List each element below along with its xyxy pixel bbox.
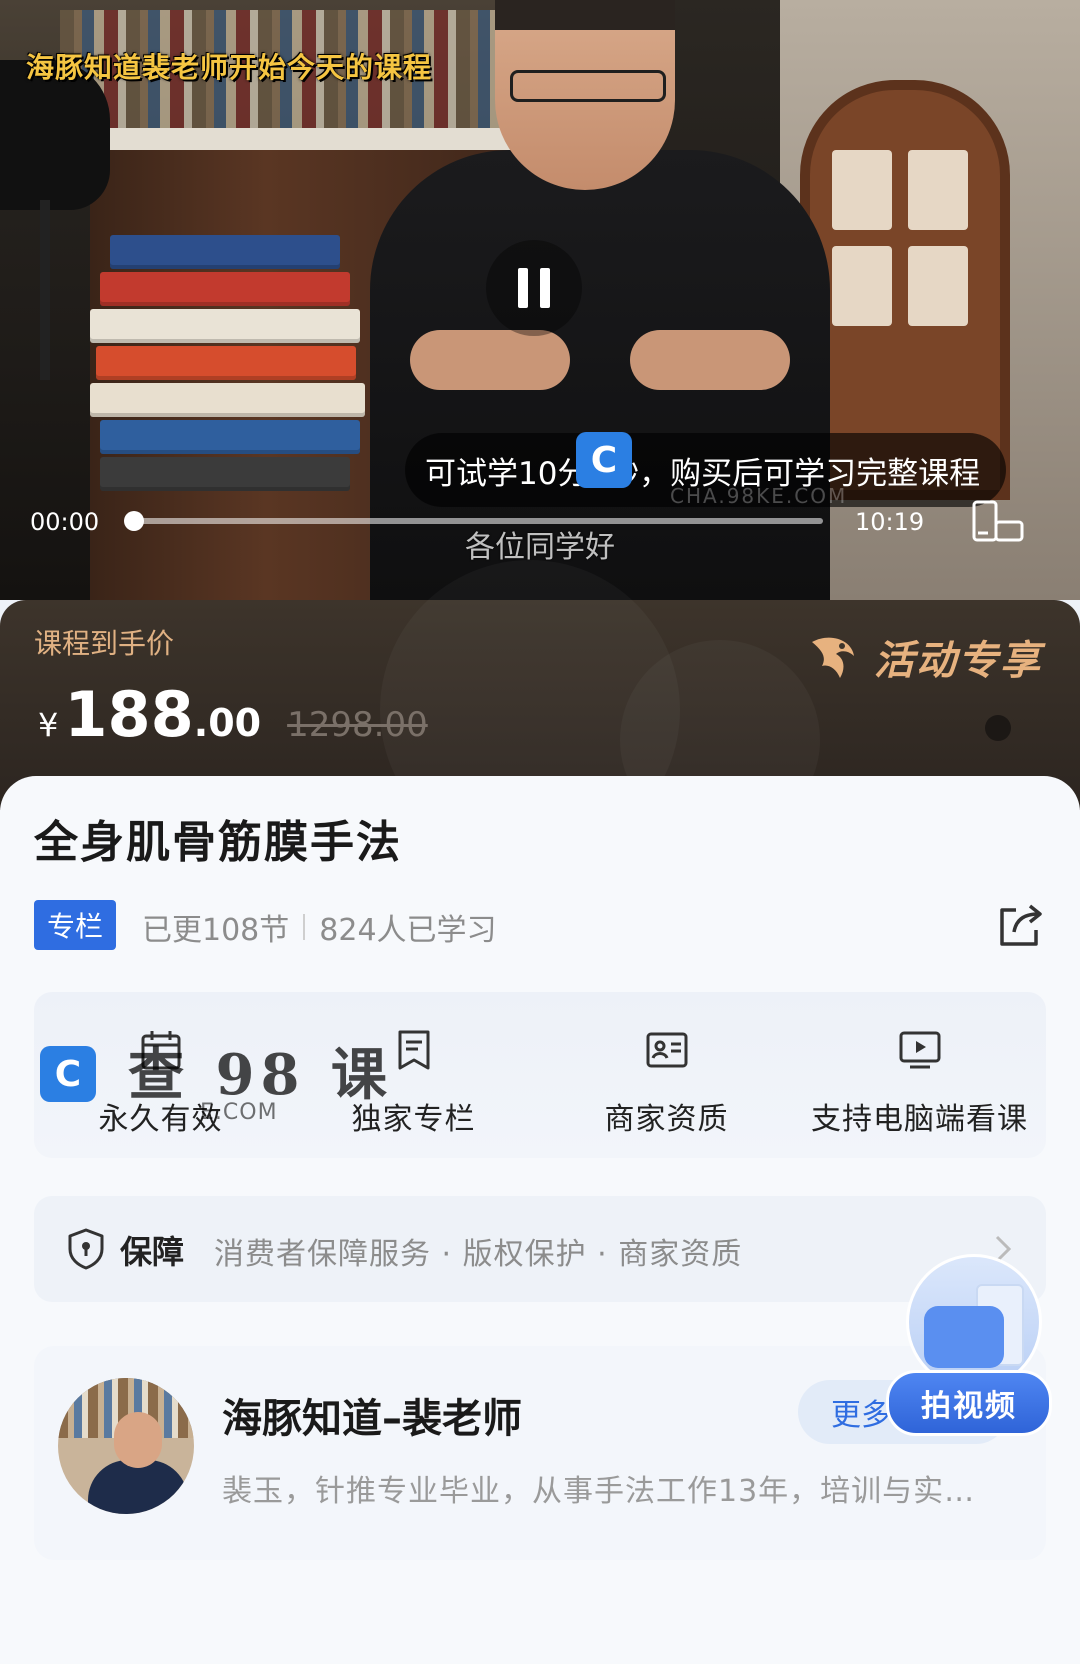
price-label: 课程到手价 bbox=[34, 627, 175, 660]
watermark-url: E.COM bbox=[200, 1100, 278, 1125]
guarantee-text: 消费者保障服务 · 版权保护 · 商家资质 bbox=[214, 1237, 743, 1272]
video-player[interactable]: 海豚知道裴老师开始今天的课程 可试学10分0秒，购买后可学习完整课程 C CHA… bbox=[0, 0, 1080, 600]
pause-button[interactable] bbox=[486, 240, 582, 336]
currency-symbol: ¥ bbox=[38, 706, 59, 744]
price-integer: 188 bbox=[64, 678, 194, 751]
feature-pc-view: 支持电脑端看课 bbox=[793, 992, 1046, 1158]
shoot-video-label: 拍视频 bbox=[886, 1370, 1052, 1436]
feature-merchant: 商家资质 bbox=[540, 992, 793, 1158]
video-overlay-title: 海豚知道裴老师开始今天的课程 bbox=[26, 51, 433, 84]
feature-label: 商家资质 bbox=[604, 1102, 729, 1137]
share-icon[interactable] bbox=[996, 902, 1044, 948]
id-card-icon bbox=[646, 1032, 687, 1068]
bag-icon bbox=[924, 1306, 1004, 1368]
watermark-logo-icon: C bbox=[576, 432, 632, 488]
dolphin-logo-icon bbox=[812, 637, 854, 678]
course-info-card: 全身肌骨筋膜手法 专栏 已更108节 824人已学习 永久有效 独家专栏 商家资… bbox=[0, 776, 1080, 1664]
teacher-name: 海豚知道–裴老师 bbox=[222, 1396, 522, 1442]
course-meta: 已更108节 824人已学习 bbox=[142, 905, 497, 949]
current-price: ¥ 188 .00 1298.00 bbox=[38, 678, 428, 751]
bookmark-icon bbox=[398, 1030, 429, 1070]
watermark-logo-icon: C bbox=[40, 1046, 96, 1102]
avatar[interactable] bbox=[58, 1378, 194, 1514]
updated-count: 已更108节 bbox=[142, 913, 290, 948]
video-watermark: CHA.98KE.COM bbox=[670, 484, 848, 508]
teacher-description: 裴玉，针推专业毕业，从事手法工作13年，培训与实… bbox=[222, 1474, 976, 1509]
monitor-play-icon bbox=[899, 1031, 940, 1069]
column-tag: 专栏 bbox=[34, 900, 116, 950]
activity-badge: 活动专享 bbox=[802, 628, 1042, 686]
guarantee-title: 保障 bbox=[120, 1233, 185, 1271]
watermark-text: 查 98 课 bbox=[128, 1042, 393, 1108]
price-decimal: .00 bbox=[193, 701, 262, 745]
original-price: 1298.00 bbox=[287, 705, 428, 745]
shield-icon bbox=[68, 1228, 104, 1270]
pause-icon bbox=[518, 268, 528, 308]
course-title: 全身肌骨筋膜手法 bbox=[34, 817, 402, 868]
feature-label: 支持电脑端看课 bbox=[811, 1102, 1028, 1137]
shoot-video-button[interactable]: 拍视频 bbox=[886, 1254, 1052, 1436]
learner-count: 824人已学习 bbox=[319, 913, 497, 948]
